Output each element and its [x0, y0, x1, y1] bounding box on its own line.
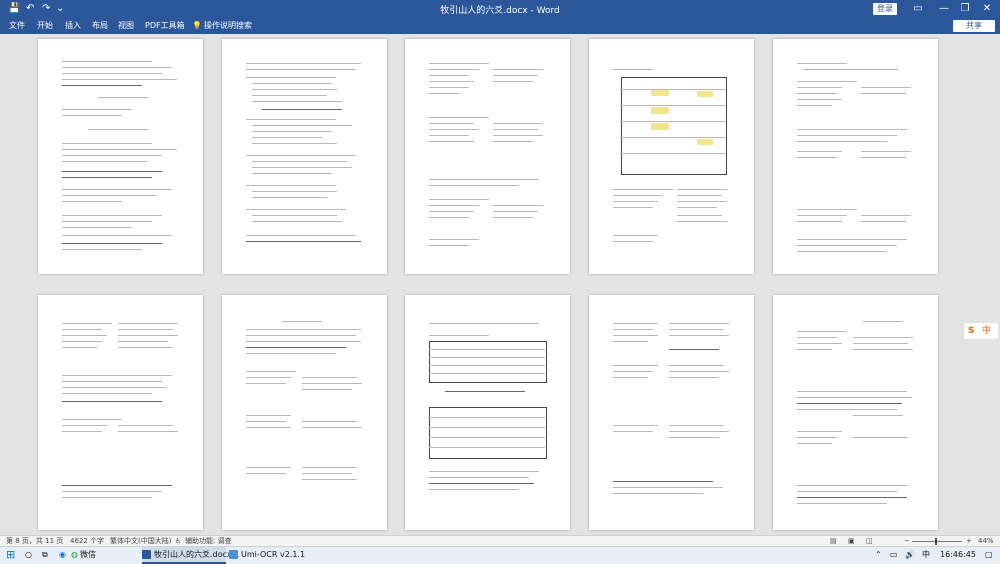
content-table — [429, 407, 547, 459]
document-page[interactable] — [589, 295, 754, 530]
start-icon[interactable]: ⊞ — [6, 547, 15, 564]
input-method-icon[interactable]: 中 — [922, 547, 930, 564]
ime-mode-label: 中 — [982, 326, 992, 336]
document-page[interactable] — [222, 39, 387, 274]
document-page[interactable] — [38, 39, 203, 274]
content-table — [429, 341, 547, 383]
document-page[interactable] — [773, 39, 938, 274]
edge-icon[interactable]: ◉ — [59, 547, 66, 564]
task-view-icon[interactable]: ⧉ — [42, 547, 48, 564]
window-title: 牧引山人的六爻.docx - Word — [440, 6, 560, 16]
login-button[interactable]: 登录 — [873, 3, 897, 15]
search-icon[interactable]: ○ — [25, 547, 32, 564]
lightbulb-icon: 💡 — [192, 21, 202, 30]
zoom-slider[interactable] — [912, 541, 962, 542]
ribbon-display-options-icon[interactable]: ▭ — [905, 2, 931, 16]
tab-layout[interactable]: 布局 — [92, 20, 108, 32]
document-page[interactable] — [222, 295, 387, 530]
taskbar-item-word-label: 牧引山人的六爻.docx... — [154, 550, 240, 559]
title-bar: 💾 ↶ ↷ ⌄ 牧引山人的六爻.docx - Word 登录 ▭ — ❐ ✕ — [0, 0, 1000, 18]
document-page[interactable] — [38, 295, 203, 530]
taskbar-item-wechat[interactable]: 微信 — [80, 547, 96, 564]
tab-insert[interactable]: 插入 — [65, 20, 81, 32]
taskbar: ⊞ ○ ⧉ ◉ ◍ 微信 牧引山人的六爻.docx... Umi-OCR v2.… — [0, 546, 1000, 564]
document-page[interactable] — [773, 295, 938, 530]
tab-file[interactable]: 文件 — [9, 20, 25, 32]
document-canvas[interactable] — [0, 34, 1000, 535]
tab-home[interactable]: 开始 — [37, 20, 53, 32]
wechat-taskbar-icon[interactable]: ◍ — [71, 547, 78, 564]
notification-icon[interactable]: ▢ — [985, 547, 993, 564]
word-icon — [142, 550, 151, 559]
zoom-slider-thumb[interactable] — [935, 538, 937, 545]
volume-icon[interactable]: 🔊 — [905, 547, 915, 564]
document-page[interactable] — [589, 39, 754, 274]
close-button[interactable]: ✕ — [974, 2, 1000, 16]
tab-pdf-toolbox[interactable]: PDF工具箱 — [145, 20, 185, 32]
clock[interactable]: 16:46:45 — [940, 547, 976, 564]
tray-chevron-icon[interactable]: ⌃ — [875, 547, 882, 564]
taskbar-item-umi-ocr[interactable]: Umi-OCR v2.1.1 — [229, 547, 305, 564]
share-label: 共享 — [966, 21, 982, 30]
sogou-logo-icon: S — [968, 326, 975, 336]
taskbar-item-umi-ocr-label: Umi-OCR v2.1.1 — [241, 550, 306, 559]
umi-ocr-icon — [229, 550, 238, 559]
tell-me-search[interactable]: 操作说明搜索 — [204, 20, 252, 32]
ribbon-tabs: 文件 开始 插入 布局 视图 PDF工具箱 💡 操作说明搜索 共享 — [0, 18, 1000, 34]
taskbar-item-word[interactable]: 牧引山人的六爻.docx... — [142, 547, 239, 564]
document-page[interactable] — [405, 295, 570, 530]
sogou-ime-widget[interactable]: S 中 — [963, 322, 999, 340]
network-icon[interactable]: ▭ — [890, 547, 898, 564]
document-page[interactable] — [405, 39, 570, 274]
tab-view[interactable]: 视图 — [118, 20, 134, 32]
share-button[interactable]: 共享 — [953, 20, 995, 32]
